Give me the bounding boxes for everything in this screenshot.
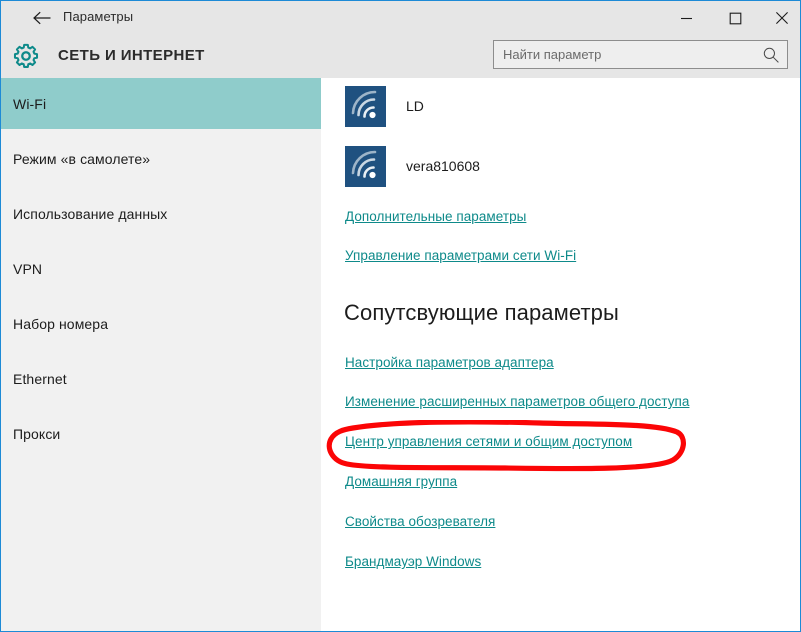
wifi-signal-icon <box>345 145 386 187</box>
search-icon[interactable] <box>762 46 780 64</box>
link-internet-options[interactable]: Свойства обозревателя <box>345 514 495 529</box>
link-advanced-options[interactable]: Дополнительные параметры <box>345 209 526 224</box>
sidebar-item-wi-fi[interactable]: Wi-Fi <box>1 78 321 129</box>
wifi-network-name: LD <box>406 98 424 114</box>
close-button[interactable] <box>759 1 800 35</box>
sidebar-item-vpn[interactable]: VPN <box>1 243 321 294</box>
sidebar-item-label: Wi-Fi <box>13 95 47 112</box>
sidebar-item-label: Ethernet <box>13 370 67 387</box>
gear-icon <box>13 43 39 68</box>
minimize-button[interactable] <box>663 1 709 35</box>
sidebar-item-airplane-mode[interactable]: Режим «в самолете» <box>1 133 321 184</box>
window-title: Параметры <box>63 9 134 24</box>
link-network-and-sharing-center[interactable]: Центр управления сетями и общим доступом <box>345 434 632 449</box>
sidebar-item-proxy[interactable]: Прокси <box>1 408 321 459</box>
minimize-icon <box>680 17 692 19</box>
maximize-button[interactable] <box>712 1 758 35</box>
sidebar-item-ethernet[interactable]: Ethernet <box>1 353 321 404</box>
close-icon <box>776 12 788 24</box>
maximize-icon <box>729 12 741 24</box>
link-change-adapter-options[interactable]: Настройка параметров адаптера <box>345 355 554 370</box>
settings-window: Параметры СЕТЬ И ИНТЕРНЕТ Найти параметр… <box>0 0 801 632</box>
wifi-network-row[interactable]: LD <box>321 80 800 132</box>
back-arrow-icon <box>33 11 51 25</box>
sidebar-item-label: Использование данных <box>13 205 168 222</box>
wifi-network-row[interactable]: vera810608 <box>321 140 800 192</box>
sidebar: Wi-Fi Режим «в самолете» Использование д… <box>1 78 321 631</box>
title-bar: Параметры <box>1 0 800 35</box>
wifi-network-name: vera810608 <box>406 158 480 174</box>
related-settings-heading: Сопутсвующие параметры <box>344 300 619 325</box>
wifi-signal-icon <box>345 85 386 127</box>
link-advanced-sharing-settings[interactable]: Изменение расширенных параметров общего … <box>345 394 689 409</box>
page-title: СЕТЬ И ИНТЕРНЕТ <box>58 47 205 64</box>
content-pane: LD vera810608 Дополнительные параметры У… <box>321 78 800 631</box>
sidebar-item-data-usage[interactable]: Использование данных <box>1 188 321 239</box>
link-windows-firewall[interactable]: Брандмауэр Windows <box>345 554 481 569</box>
link-manage-wifi-settings[interactable]: Управление параметрами сети Wi-Fi <box>345 248 576 263</box>
sidebar-item-label: Прокси <box>13 425 61 442</box>
sidebar-item-label: Набор номера <box>13 315 109 332</box>
sidebar-item-dial-up[interactable]: Набор номера <box>1 298 321 349</box>
sidebar-item-label: Режим «в самолете» <box>13 150 151 167</box>
sidebar-item-label: VPN <box>13 260 43 277</box>
search-input[interactable] <box>503 47 753 62</box>
link-homegroup[interactable]: Домашняя группа <box>345 474 457 489</box>
back-button[interactable] <box>25 5 59 31</box>
search-box[interactable] <box>493 40 788 69</box>
